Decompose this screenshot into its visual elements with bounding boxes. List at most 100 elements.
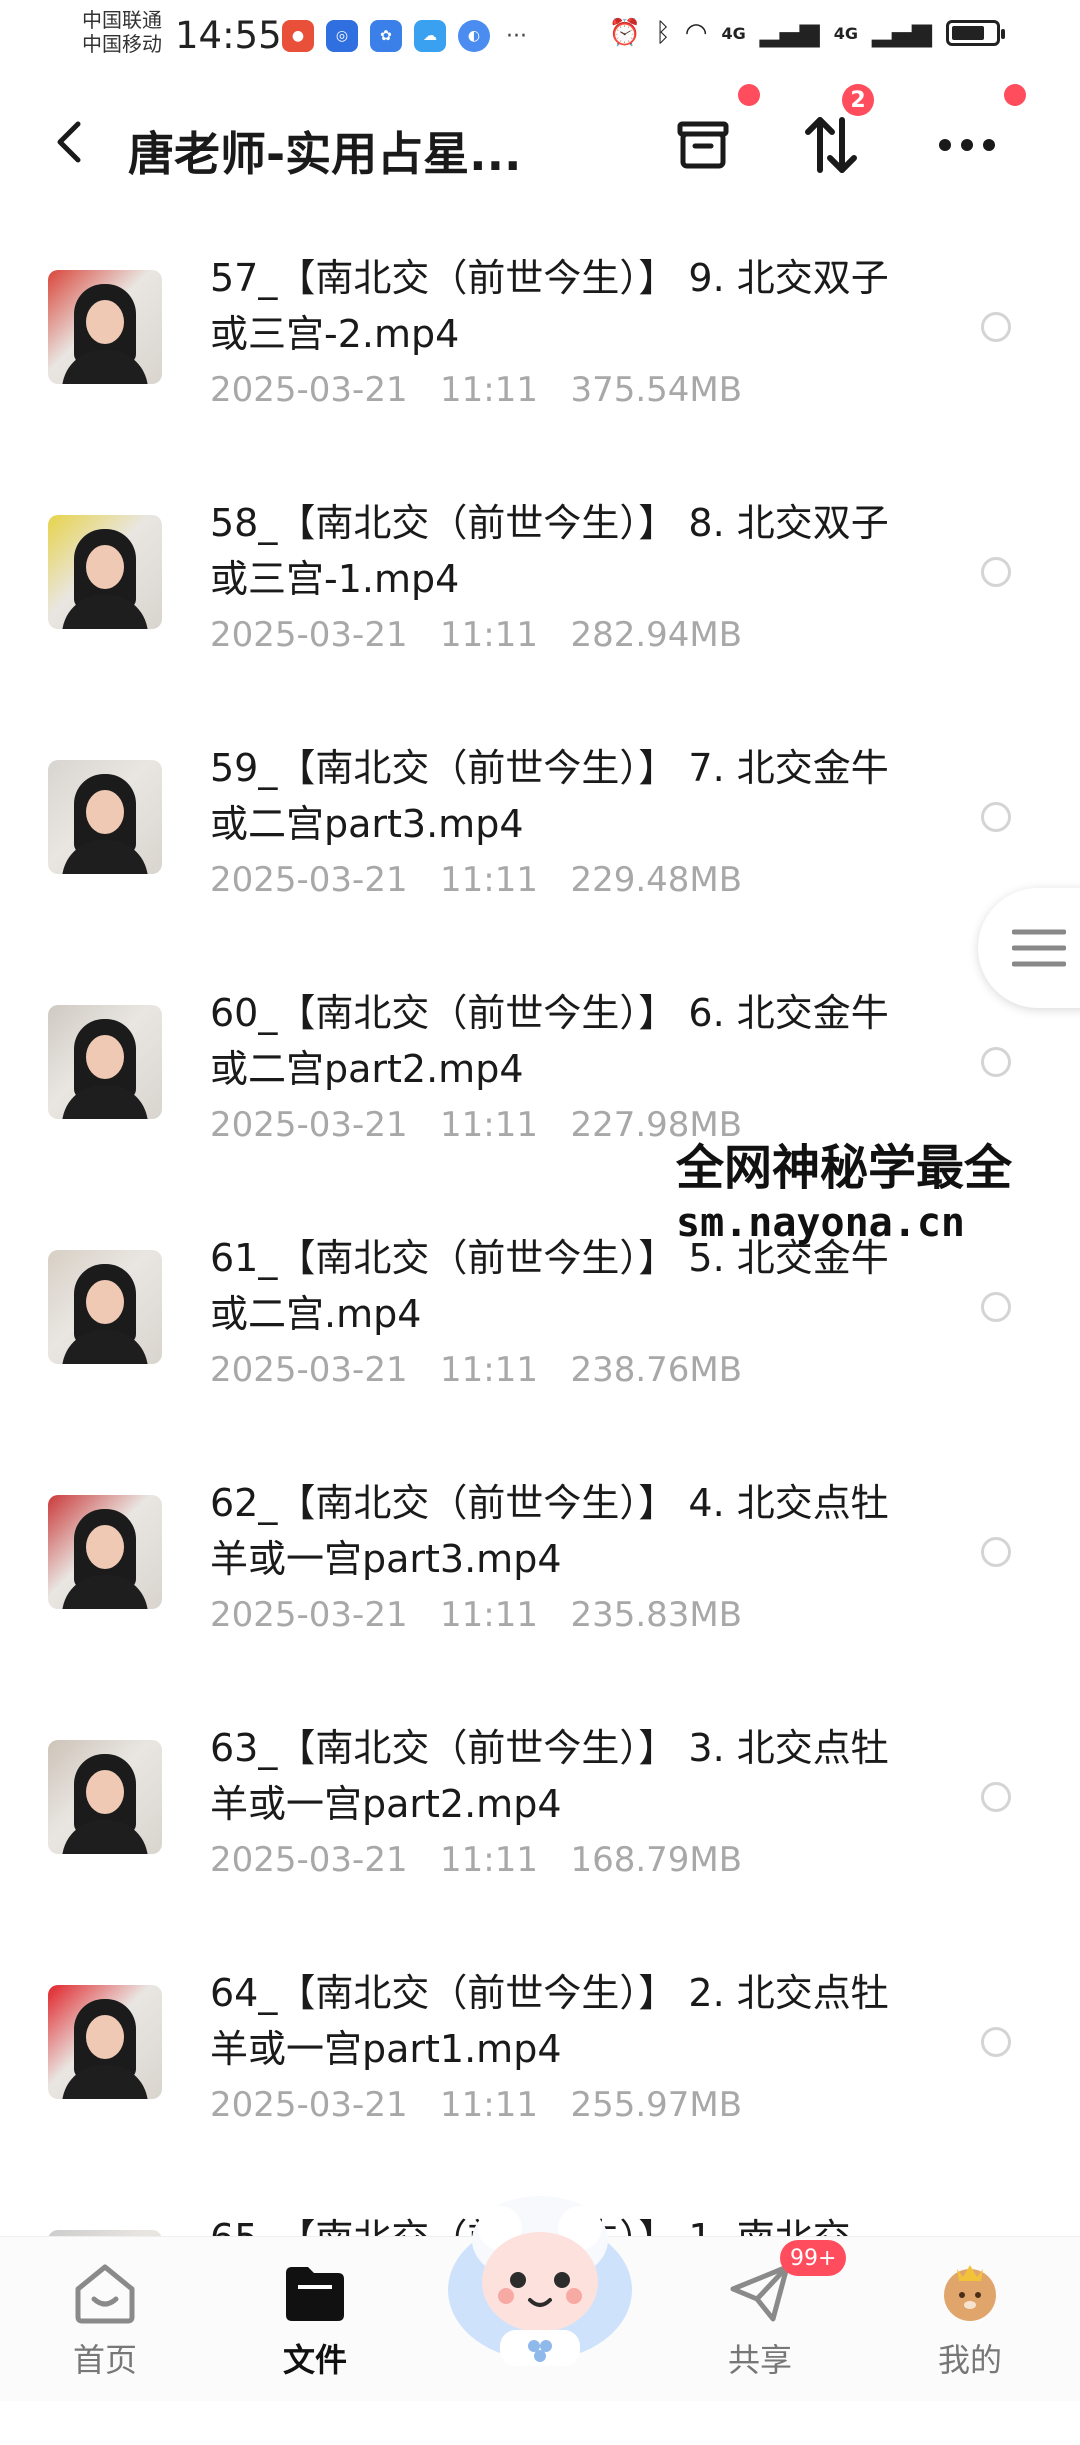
file-name[interactable]: 64_【南北交（前世今生）】 2. 北交点牡羊或一宫part1.mp4: [210, 1965, 910, 2077]
file-time: 11:11: [440, 1840, 539, 1880]
more-notification-dot: [1004, 84, 1026, 106]
watermark-line-1: 全网神秘学最全: [676, 1140, 1013, 1196]
file-row[interactable]: 61_【南北交（前世今生）】 5. 北交金牛或二宫.mp4 2025-03-21 …: [0, 1220, 1080, 1465]
file-date: 2025-03-21: [210, 2085, 408, 2125]
file-row[interactable]: 57_【南北交（前世今生）】 9. 北交双子或三宫-2.mp4 2025-03-2…: [0, 240, 1080, 485]
nav-home[interactable]: 首页: [40, 2259, 170, 2381]
paw-icon: ✿: [370, 20, 402, 52]
page-title: 唐老师-实用占星...: [128, 127, 522, 181]
file-row[interactable]: 64_【南北交（前世今生）】 2. 北交点牡羊或一宫part1.mp4 2025-…: [0, 1955, 1080, 2200]
nav-share[interactable]: 共享: [695, 2259, 825, 2381]
file-row[interactable]: 58_【南北交（前世今生）】 8. 北交双子或三宫-1.mp4 2025-03-2…: [0, 485, 1080, 730]
video-thumbnail[interactable]: [48, 515, 162, 629]
avatar-icon: [944, 2265, 996, 2321]
carrier-labels: 中国联通 中国移动: [82, 8, 162, 56]
file-size: 255.97MB: [570, 2085, 743, 2125]
folder-icon: [286, 2267, 344, 2321]
transfer-sort-icon: [805, 117, 857, 173]
bluetooth-icon: ᛒ: [655, 18, 671, 48]
file-date: 2025-03-21: [210, 615, 408, 655]
hamburger-menu-icon: [1012, 929, 1066, 967]
select-radio[interactable]: [981, 1537, 1011, 1567]
file-size: 375.54MB: [570, 370, 743, 410]
video-thumbnail[interactable]: [48, 760, 162, 874]
app-notification-icon: ●: [282, 20, 314, 52]
nav-me[interactable]: 我的: [905, 2259, 1035, 2381]
file-size: 235.83MB: [570, 1595, 743, 1635]
select-radio[interactable]: [981, 1782, 1011, 1812]
select-radio[interactable]: [981, 557, 1011, 587]
video-thumbnail[interactable]: [48, 1985, 162, 2099]
share-count-badge: 99+: [780, 2240, 847, 2276]
more-options-button[interactable]: [932, 112, 1002, 178]
network-type-2: 4G: [833, 23, 858, 43]
browser-icon: ◐: [458, 20, 490, 52]
nav-home-label: 首页: [72, 2341, 137, 2379]
video-thumbnail[interactable]: [48, 1005, 162, 1119]
select-radio[interactable]: [981, 312, 1011, 342]
file-meta: 2025-03-21 11:11 282.94MB: [210, 615, 742, 655]
file-time: 11:11: [440, 370, 539, 410]
file-row[interactable]: 62_【南北交（前世今生）】 4. 北交点牡羊或一宫part3.mp4 2025-…: [0, 1465, 1080, 1710]
file-meta: 2025-03-21 11:11 375.54MB: [210, 370, 742, 410]
file-name[interactable]: 63_【南北交（前世今生）】 3. 北交点牡羊或一宫part2.mp4: [210, 1720, 910, 1832]
select-radio[interactable]: [981, 1292, 1011, 1322]
status-bar: 中国联通 中国移动 14:55 ● ◎ ✿ ☁ ◐ ··· ⏰ ᛒ ◠ 4G ▂…: [0, 0, 1080, 72]
nav-share-label: 共享: [727, 2341, 792, 2379]
file-name[interactable]: 57_【南北交（前世今生）】 9. 北交双子或三宫-2.mp4: [210, 250, 910, 362]
select-radio[interactable]: [981, 1047, 1011, 1077]
file-name[interactable]: 62_【南北交（前世今生）】 4. 北交点牡羊或一宫part3.mp4: [210, 1475, 910, 1587]
select-radio[interactable]: [981, 2027, 1011, 2057]
file-size: 282.94MB: [570, 615, 743, 655]
nav-files[interactable]: 文件: [250, 2259, 380, 2381]
file-meta: 2025-03-21 11:11 168.79MB: [210, 1840, 742, 1880]
file-time: 11:11: [440, 2085, 539, 2125]
signal-icon: ▂▄▆: [759, 18, 820, 48]
home-icon: [75, 2264, 135, 2324]
alarm-icon: ⏰: [608, 18, 642, 48]
file-row[interactable]: 59_【南北交（前世今生）】 7. 北交金牛或二宫part3.mp4 2025-0…: [0, 730, 1080, 975]
video-thumbnail[interactable]: [48, 1740, 162, 1854]
nav-files-label: 文件: [282, 2341, 347, 2379]
notification-icons: ● ◎ ✿ ☁ ◐ ···: [282, 20, 527, 52]
file-meta: 2025-03-21 11:11 238.76MB: [210, 1350, 742, 1390]
file-date: 2025-03-21: [210, 1840, 408, 1880]
transfer-count-badge: 2: [842, 84, 874, 116]
archive-notification-dot: [738, 84, 760, 106]
video-thumbnail[interactable]: [48, 1495, 162, 1609]
file-name[interactable]: 58_【南北交（前世今生）】 8. 北交双子或三宫-1.mp4: [210, 495, 910, 607]
status-time: 14:55: [175, 14, 282, 57]
wifi-icon: ◠: [684, 18, 708, 48]
carrier-2: 中国移动: [82, 32, 162, 56]
file-name[interactable]: 60_【南北交（前世今生）】 6. 北交金牛或二宫part2.mp4: [210, 985, 910, 1097]
weather-icon: ☁: [414, 20, 446, 52]
network-type-1: 4G: [721, 23, 746, 43]
file-name[interactable]: 59_【南北交（前世今生）】 7. 北交金牛或二宫part3.mp4: [210, 740, 910, 852]
battery-icon: [946, 20, 1005, 46]
file-time: 11:11: [440, 1595, 539, 1635]
archive-button[interactable]: [668, 112, 738, 178]
video-thumbnail[interactable]: [48, 270, 162, 384]
file-meta: 2025-03-21 11:11 255.97MB: [210, 2085, 742, 2125]
video-thumbnail[interactable]: [48, 1250, 162, 1364]
file-date: 2025-03-21: [210, 1595, 408, 1635]
system-status: ⏰ ᛒ ◠ 4G ▂▄▆ 4G ▂▄▆: [608, 18, 1005, 48]
file-size: 168.79MB: [570, 1840, 743, 1880]
archive-icon: [677, 121, 729, 169]
transfer-button[interactable]: [796, 112, 866, 178]
back-arrow-icon[interactable]: [50, 118, 90, 166]
file-date: 2025-03-21: [210, 1105, 408, 1145]
file-time: 11:11: [440, 1350, 539, 1390]
file-date: 2025-03-21: [210, 1350, 408, 1390]
file-size: 229.48MB: [570, 860, 743, 900]
mascot-assistant-button[interactable]: [430, 2170, 650, 2370]
file-meta: 2025-03-21 11:11 229.48MB: [210, 860, 742, 900]
file-meta: 2025-03-21 11:11 235.83MB: [210, 1595, 742, 1635]
file-size: 238.76MB: [570, 1350, 743, 1390]
select-radio[interactable]: [981, 802, 1011, 832]
file-row[interactable]: 63_【南北交（前世今生）】 3. 北交点牡羊或一宫part2.mp4 2025-…: [0, 1710, 1080, 1955]
title-bar: 唐老师-实用占星... 2: [0, 84, 1080, 200]
carrier-1: 中国联通: [82, 8, 162, 32]
watermark: 全网神秘学最全 sm.nayona.cn: [676, 1138, 1012, 1248]
file-list: 57_【南北交（前世今生）】 9. 北交双子或三宫-2.mp4 2025-03-2…: [0, 240, 1080, 2445]
